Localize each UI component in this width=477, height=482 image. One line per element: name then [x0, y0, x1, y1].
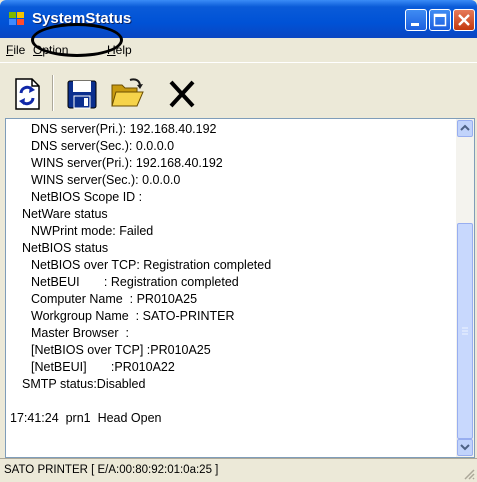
status-line: DNS server(Sec.): 0.0.0.0 — [31, 139, 175, 153]
minimize-button[interactable] — [405, 9, 427, 31]
status-line: 17:41:24 prn1 Head Open — [10, 411, 162, 425]
status-line: Computer Name : PR010A25 — [31, 292, 198, 306]
status-line: NetBIOS status — [22, 241, 109, 255]
status-line: Workgroup Name : SATO-PRINTER — [31, 309, 235, 323]
status-line: [NetBIOS over TCP] :PR010A25 — [31, 343, 211, 357]
status-line: WINS server(Pri.): 192.168.40.192 — [31, 156, 223, 170]
status-line: [NetBEUI] :PR010A22 — [31, 360, 175, 374]
status-line: SMTP status:Disabled — [22, 377, 146, 391]
menu-option[interactable]: Option — [33, 43, 68, 57]
toolbar-separator — [52, 75, 54, 111]
menu-file-label: ile — [13, 43, 26, 57]
menu-help-accel: H — [107, 43, 116, 57]
scroll-down-button[interactable] — [457, 439, 473, 456]
status-line: NetWare status — [22, 207, 108, 221]
maximize-button[interactable] — [429, 9, 451, 31]
grip-lines-icon — [462, 327, 468, 335]
status-line: NetBEUI : Registration completed — [31, 275, 239, 289]
chevron-down-icon — [460, 444, 470, 451]
resize-grip-icon[interactable] — [462, 467, 475, 480]
refresh-icon[interactable] — [10, 77, 44, 111]
status-line: NetBIOS over TCP: Registration completed — [31, 258, 272, 272]
delete-icon[interactable] — [165, 77, 199, 111]
status-bar: SATO PRINTER [ E/A:00:80:92:01:0a:25 ] — [0, 458, 477, 482]
status-line: NetBIOS Scope ID : — [31, 190, 143, 204]
scroll-thumb[interactable] — [457, 223, 473, 439]
close-icon — [458, 14, 470, 26]
status-lines: DNS server(Pri.): 192.168.40.192 DNS ser… — [6, 121, 456, 427]
save-icon[interactable] — [65, 77, 99, 111]
menu-option-label: ption — [42, 43, 69, 57]
menu-option-accel: O — [33, 43, 43, 57]
title-bar[interactable]: SystemStatus — [0, 0, 477, 38]
status-line: NWPrint mode: Failed — [31, 224, 154, 238]
scroll-up-button[interactable] — [457, 120, 473, 137]
status-text-area[interactable]: DNS server(Pri.): 192.168.40.192 DNS ser… — [5, 118, 475, 458]
status-line: DNS server(Pri.): 192.168.40.192 — [31, 122, 217, 136]
maximize-icon — [433, 13, 447, 27]
open-folder-icon[interactable] — [110, 77, 144, 111]
menu-help[interactable]: Help — [107, 43, 132, 57]
menu-bar: File Option Help — [0, 38, 477, 62]
status-line — [6, 393, 456, 410]
menu-help-label: elp — [115, 43, 132, 57]
close-button[interactable] — [453, 9, 475, 31]
chevron-up-icon — [460, 124, 470, 131]
vertical-scrollbar[interactable] — [456, 119, 474, 457]
window-title: SystemStatus — [32, 10, 132, 27]
toolbar — [0, 62, 477, 118]
app-icon — [9, 12, 24, 25]
status-bar-text: SATO PRINTER [ E/A:00:80:92:01:0a:25 ] — [4, 464, 219, 476]
status-line: WINS server(Sec.): 0.0.0.0 — [31, 173, 181, 187]
minimize-icon — [411, 23, 419, 26]
menu-file[interactable]: File — [6, 43, 25, 57]
system-status-window: SystemStatus File Option Help DNS server… — [0, 0, 477, 482]
status-line: Master Browser : — [31, 326, 129, 340]
